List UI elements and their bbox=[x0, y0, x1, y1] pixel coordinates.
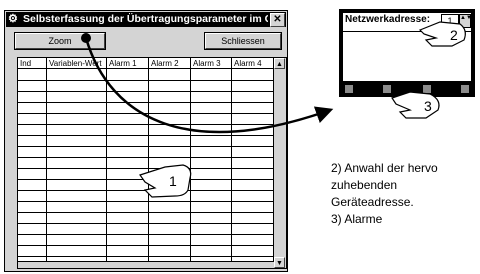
caption-line: 2) Anwahl der hervo bbox=[331, 161, 438, 175]
callout-2: 2 bbox=[450, 27, 458, 43]
caption-line: Geräteadresse. bbox=[331, 195, 414, 209]
caption: 2) Anwahl der hervo zuhebenden Geräteadr… bbox=[331, 160, 438, 228]
annotation-overlay: 1 2 3 bbox=[81, 21, 466, 198]
caption-line: 3) Alarme bbox=[331, 212, 383, 226]
pointing-hand-icon bbox=[391, 91, 440, 119]
callout-1: 1 bbox=[169, 173, 177, 189]
pointer-arrow bbox=[84, 37, 334, 134]
pointing-hand-icon bbox=[139, 164, 192, 198]
pointing-hand-icon bbox=[418, 21, 466, 47]
callout-3: 3 bbox=[424, 98, 432, 114]
caption-line: zuhebenden bbox=[331, 178, 398, 192]
